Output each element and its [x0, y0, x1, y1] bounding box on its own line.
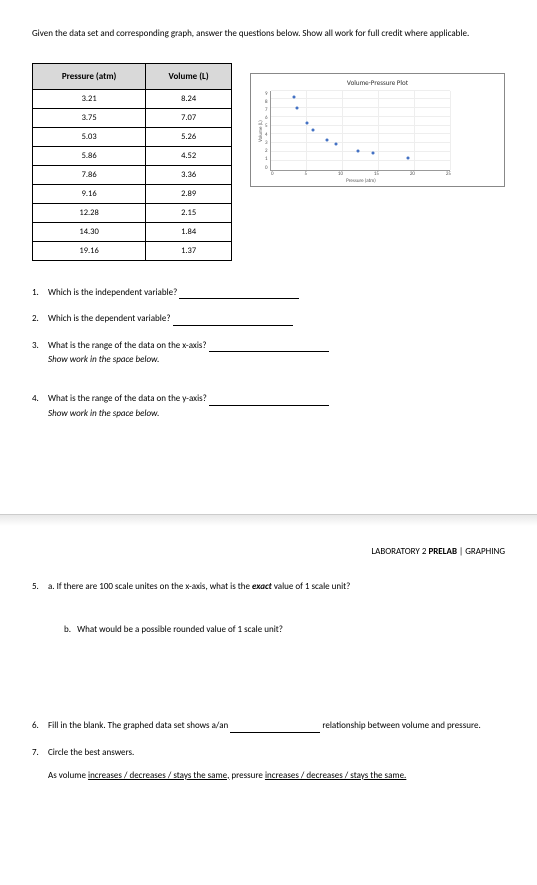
- table-cell: 3.21: [33, 89, 146, 108]
- table-row: 5.035.26: [33, 127, 232, 146]
- q5b-label: b.: [64, 624, 71, 635]
- table-cell: 1.37: [146, 241, 232, 260]
- table-cell: 7.86: [33, 165, 146, 184]
- q6-text-post: relationship between volume and pressure…: [322, 720, 480, 731]
- table-row: 5.864.52: [33, 146, 232, 165]
- q1-text: Which is the independent variable?: [48, 287, 177, 298]
- table-cell: 3.36: [146, 165, 232, 184]
- table-row: 7.863.36: [33, 165, 232, 184]
- q3-number: 3.: [32, 340, 48, 367]
- q5a-text: a. If there are 100 scale unites on the …: [48, 581, 350, 592]
- q7-sentence: As volume increases / decreases / stays …: [48, 770, 406, 781]
- chart-container: Volume-Pressure Plot Volume (L) 98765432…: [250, 73, 505, 187]
- q3-blank[interactable]: [209, 342, 329, 352]
- table-cell: 5.86: [33, 146, 146, 165]
- q2-blank[interactable]: [173, 316, 293, 326]
- q3-text: What is the range of the data on the x-a…: [48, 340, 207, 351]
- q4-number: 4.: [32, 393, 48, 420]
- chart-point: [311, 128, 314, 131]
- chart-point: [335, 143, 338, 146]
- q5b-text: What would be a possible rounded value o…: [77, 624, 283, 635]
- chart-point: [406, 156, 409, 159]
- q6-text-pre: Fill in the blank. The graphed data set …: [48, 720, 230, 731]
- chart-xlabel: Pressure (atm): [271, 178, 451, 184]
- table-row: 19.161.37: [33, 241, 232, 260]
- table-row: 12.282.15: [33, 203, 232, 222]
- chart-point: [371, 152, 374, 155]
- q4-show-work: Show work in the space below.: [48, 408, 505, 421]
- table-cell: 1.84: [146, 222, 232, 241]
- chart-point: [357, 149, 360, 152]
- q7-text: Circle the best answers.: [48, 747, 134, 758]
- q2-number: 2.: [32, 313, 48, 326]
- table-cell: 4.52: [146, 146, 232, 165]
- table-cell: 3.75: [33, 108, 146, 127]
- q7-number: 7.: [32, 747, 48, 782]
- q2-text: Which is the dependent variable?: [48, 313, 171, 324]
- table-row: 9.162.89: [33, 184, 232, 203]
- q1-number: 1.: [32, 287, 48, 300]
- col-header-volume: Volume (L): [146, 63, 232, 89]
- table-cell: 5.26: [146, 127, 232, 146]
- chart-point: [296, 106, 299, 109]
- table-cell: 9.16: [33, 184, 146, 203]
- table-cell: 19.16: [33, 241, 146, 260]
- q5-number: 5.: [32, 581, 48, 666]
- data-table: Pressure (atm) Volume (L) 3.218.243.757.…: [32, 63, 232, 261]
- table-cell: 2.89: [146, 184, 232, 203]
- col-header-pressure: Pressure (atm): [33, 63, 146, 89]
- q7-options-2[interactable]: increases / decreases / stays the same.: [265, 770, 406, 781]
- table-cell: 7.07: [146, 108, 232, 127]
- q4-text: What is the range of the data on the y-a…: [48, 393, 207, 404]
- chart-ylabel: Volume (L): [257, 91, 265, 171]
- q4-blank[interactable]: [209, 396, 329, 406]
- table-cell: 2.15: [146, 203, 232, 222]
- q7-options-1[interactable]: increases / decreases / stays the same,: [88, 770, 229, 781]
- page-divider: [0, 514, 537, 526]
- q6-number: 6.: [32, 720, 48, 733]
- q1-blank[interactable]: [179, 289, 299, 299]
- chart-point: [292, 96, 295, 99]
- page2-header: LABORATORY 2 PRELAB | GRAPHING: [32, 546, 505, 557]
- table-row: 3.757.07: [33, 108, 232, 127]
- table-cell: 8.24: [146, 89, 232, 108]
- chart-plot-area: [270, 91, 450, 171]
- table-row: 3.218.24: [33, 89, 232, 108]
- q3-show-work: Show work in the space below.: [48, 354, 505, 367]
- q6-blank[interactable]: [230, 723, 320, 733]
- instructions-text: Given the data set and corresponding gra…: [32, 28, 505, 41]
- table-cell: 12.28: [33, 203, 146, 222]
- table-cell: 5.03: [33, 127, 146, 146]
- chart-point: [325, 139, 328, 142]
- table-row: 14.301.84: [33, 222, 232, 241]
- chart-point: [305, 122, 308, 125]
- chart-xticks: 0510152025: [271, 171, 451, 177]
- table-cell: 14.30: [33, 222, 146, 241]
- chart-title: Volume-Pressure Plot: [257, 78, 498, 87]
